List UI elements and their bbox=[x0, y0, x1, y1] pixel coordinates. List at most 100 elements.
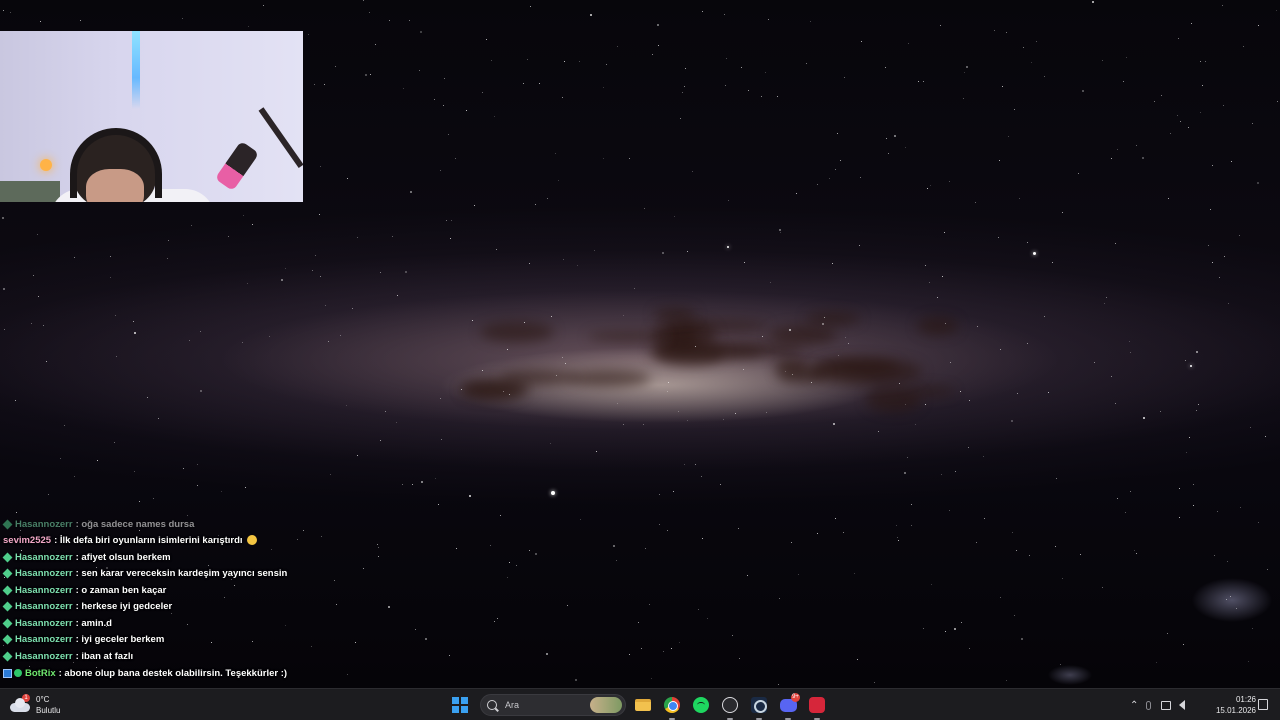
star bbox=[648, 603, 650, 605]
star bbox=[285, 267, 287, 269]
star bbox=[744, 262, 746, 264]
star bbox=[362, 0, 364, 2]
star bbox=[615, 560, 617, 562]
star bbox=[546, 197, 548, 199]
speaker-icon[interactable] bbox=[1179, 700, 1186, 710]
notification-center-icon[interactable] bbox=[1258, 699, 1268, 710]
star bbox=[805, 62, 807, 64]
star bbox=[1222, 4, 1224, 6]
star bbox=[770, 282, 772, 284]
taskbar-discord[interactable]: 9+ bbox=[776, 693, 800, 720]
star bbox=[1044, 315, 1046, 317]
star bbox=[1243, 45, 1245, 47]
star bbox=[1062, 211, 1064, 213]
taskbar-chrome[interactable] bbox=[660, 693, 684, 720]
star bbox=[1177, 38, 1179, 40]
taskbar-obs[interactable] bbox=[718, 693, 742, 720]
chat-username[interactable]: Hasannozerr bbox=[15, 568, 73, 579]
star bbox=[1052, 262, 1054, 264]
star bbox=[1023, 46, 1025, 48]
star bbox=[1136, 553, 1137, 555]
weather-temperature: 0°C bbox=[36, 695, 50, 704]
star bbox=[535, 552, 538, 555]
start-button[interactable] bbox=[452, 697, 468, 713]
chat-username[interactable]: Hasannozerr bbox=[15, 519, 73, 530]
star bbox=[1092, 1, 1095, 4]
chat-text: : sen karar vereceksin kardeşim yayıncı … bbox=[75, 567, 288, 579]
star bbox=[196, 464, 198, 466]
taskbar-red-app[interactable] bbox=[805, 693, 829, 720]
chat-username[interactable]: Hasannozerr bbox=[15, 651, 73, 662]
star bbox=[692, 171, 694, 173]
star bbox=[1135, 145, 1137, 147]
star bbox=[795, 193, 797, 195]
chevron-up-icon[interactable]: ⌃ bbox=[1130, 700, 1138, 711]
star bbox=[534, 203, 536, 205]
star bbox=[722, 419, 724, 421]
microphone-icon[interactable] bbox=[1146, 700, 1152, 710]
star bbox=[738, 528, 740, 530]
star bbox=[667, 381, 669, 383]
star bbox=[590, 13, 593, 16]
star bbox=[628, 654, 630, 656]
star bbox=[1170, 132, 1172, 134]
chat-username[interactable]: Hasannozerr bbox=[15, 601, 73, 612]
star bbox=[908, 43, 910, 45]
star bbox=[1114, 403, 1116, 405]
chat-username[interactable]: Hasannozerr bbox=[15, 618, 73, 629]
star bbox=[410, 191, 413, 194]
star bbox=[724, 14, 726, 16]
star bbox=[16, 512, 18, 514]
star bbox=[858, 245, 860, 247]
star bbox=[167, 257, 169, 259]
chat-username[interactable]: BotRix bbox=[25, 668, 56, 679]
weather-widget[interactable]: 1 0°C Bulutlu bbox=[10, 693, 60, 717]
taskbar-file-explorer[interactable] bbox=[631, 693, 655, 717]
clock[interactable]: 01:26 15.01.2026 bbox=[1206, 694, 1256, 716]
star bbox=[652, 53, 654, 55]
chat-message: Hasannozerr: o zaman ben kaçar bbox=[2, 582, 166, 598]
star bbox=[471, 320, 473, 322]
star bbox=[905, 146, 907, 148]
star bbox=[1160, 94, 1162, 96]
star bbox=[999, 597, 1001, 599]
star bbox=[502, 390, 504, 392]
star bbox=[724, 84, 726, 86]
star bbox=[1106, 296, 1108, 298]
network-icon[interactable] bbox=[1161, 700, 1172, 710]
star bbox=[707, 617, 709, 619]
star bbox=[727, 200, 729, 202]
star bbox=[182, 18, 184, 20]
taskbar-spotify[interactable] bbox=[689, 693, 713, 717]
dust-lane bbox=[916, 317, 958, 335]
star bbox=[1250, 427, 1252, 429]
weather-condition: Bulutlu bbox=[36, 706, 61, 715]
star bbox=[320, 275, 322, 277]
chat-username[interactable]: Hasannozerr bbox=[15, 585, 73, 596]
star bbox=[838, 354, 840, 356]
star bbox=[658, 523, 660, 525]
star bbox=[823, 316, 825, 318]
chat-username[interactable]: Hasannozerr bbox=[15, 552, 73, 563]
star bbox=[662, 650, 664, 652]
star bbox=[445, 220, 447, 222]
chat-username[interactable]: sevim2525 bbox=[3, 535, 51, 546]
star bbox=[440, 439, 442, 441]
star bbox=[323, 83, 325, 85]
search-box[interactable]: Ara bbox=[480, 694, 626, 716]
star bbox=[658, 494, 660, 496]
star bbox=[671, 647, 673, 649]
star bbox=[489, 544, 491, 546]
star bbox=[312, 270, 314, 272]
dust-lane bbox=[588, 332, 669, 341]
chat-username[interactable]: Hasannozerr bbox=[15, 634, 73, 645]
star bbox=[444, 78, 446, 80]
star bbox=[74, 475, 76, 477]
star bbox=[809, 21, 811, 23]
star bbox=[954, 471, 956, 473]
bright-star bbox=[551, 491, 555, 495]
star bbox=[157, 417, 159, 419]
taskbar-steam[interactable] bbox=[747, 693, 771, 720]
star bbox=[1101, 586, 1103, 588]
star bbox=[168, 240, 170, 242]
